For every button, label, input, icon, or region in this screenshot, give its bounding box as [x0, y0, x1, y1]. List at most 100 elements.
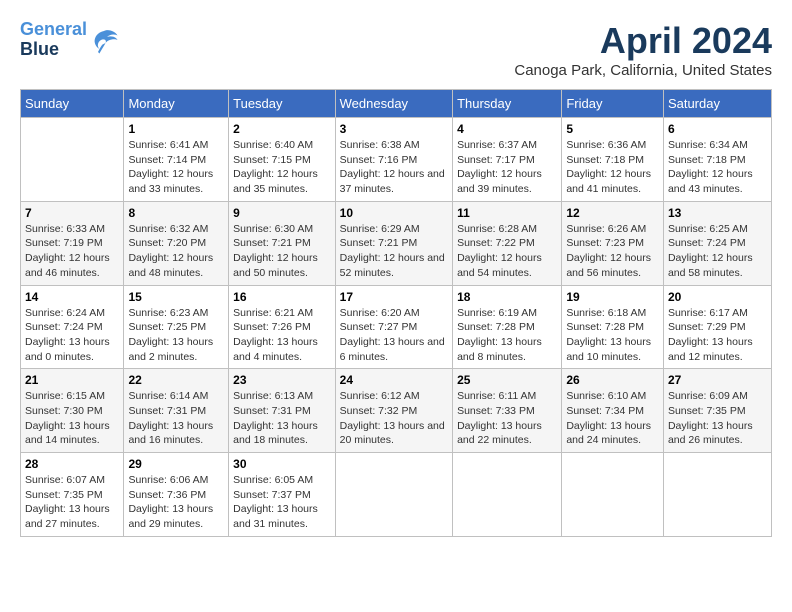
calendar-cell: 20 Sunrise: 6:17 AMSunset: 7:29 PMDaylig… [663, 285, 771, 369]
day-number: 25 [457, 373, 557, 387]
day-info: Sunrise: 6:38 AMSunset: 7:16 PMDaylight:… [340, 138, 448, 197]
day-info: Sunrise: 6:29 AMSunset: 7:21 PMDaylight:… [340, 222, 448, 281]
calendar-cell [663, 453, 771, 537]
day-number: 13 [668, 206, 767, 220]
day-number: 5 [566, 122, 659, 136]
calendar-header-row: SundayMondayTuesdayWednesdayThursdayFrid… [21, 90, 772, 118]
day-number: 1 [128, 122, 224, 136]
day-number: 20 [668, 290, 767, 304]
calendar-cell: 18 Sunrise: 6:19 AMSunset: 7:28 PMDaylig… [453, 285, 562, 369]
month-title: April 2024 [514, 20, 772, 62]
day-info: Sunrise: 6:21 AMSunset: 7:26 PMDaylight:… [233, 306, 331, 365]
calendar-cell: 2 Sunrise: 6:40 AMSunset: 7:15 PMDayligh… [229, 118, 336, 202]
day-number: 29 [128, 457, 224, 471]
day-info: Sunrise: 6:28 AMSunset: 7:22 PMDaylight:… [457, 222, 557, 281]
calendar-cell [335, 453, 452, 537]
calendar-table: SundayMondayTuesdayWednesdayThursdayFrid… [20, 89, 772, 537]
day-number: 14 [25, 290, 119, 304]
day-number: 17 [340, 290, 448, 304]
day-number: 19 [566, 290, 659, 304]
col-header-monday: Monday [124, 90, 229, 118]
calendar-cell: 8 Sunrise: 6:32 AMSunset: 7:20 PMDayligh… [124, 201, 229, 285]
calendar-cell: 7 Sunrise: 6:33 AMSunset: 7:19 PMDayligh… [21, 201, 124, 285]
logo: GeneralBlue [20, 20, 119, 60]
calendar-cell [453, 453, 562, 537]
day-number: 18 [457, 290, 557, 304]
calendar-cell: 19 Sunrise: 6:18 AMSunset: 7:28 PMDaylig… [562, 285, 664, 369]
day-info: Sunrise: 6:14 AMSunset: 7:31 PMDaylight:… [128, 389, 224, 448]
day-info: Sunrise: 6:10 AMSunset: 7:34 PMDaylight:… [566, 389, 659, 448]
calendar-cell: 24 Sunrise: 6:12 AMSunset: 7:32 PMDaylig… [335, 369, 452, 453]
logo-bird-icon [89, 25, 119, 55]
day-info: Sunrise: 6:17 AMSunset: 7:29 PMDaylight:… [668, 306, 767, 365]
page-header: GeneralBlue April 2024 Canoga Park, Cali… [20, 20, 772, 79]
day-info: Sunrise: 6:41 AMSunset: 7:14 PMDaylight:… [128, 138, 224, 197]
calendar-week-row: 7 Sunrise: 6:33 AMSunset: 7:19 PMDayligh… [21, 201, 772, 285]
calendar-cell: 29 Sunrise: 6:06 AMSunset: 7:36 PMDaylig… [124, 453, 229, 537]
day-number: 30 [233, 457, 331, 471]
calendar-week-row: 21 Sunrise: 6:15 AMSunset: 7:30 PMDaylig… [21, 369, 772, 453]
day-number: 4 [457, 122, 557, 136]
calendar-week-row: 14 Sunrise: 6:24 AMSunset: 7:24 PMDaylig… [21, 285, 772, 369]
calendar-cell: 30 Sunrise: 6:05 AMSunset: 7:37 PMDaylig… [229, 453, 336, 537]
title-area: April 2024 Canoga Park, California, Unit… [514, 20, 772, 79]
col-header-wednesday: Wednesday [335, 90, 452, 118]
calendar-cell: 22 Sunrise: 6:14 AMSunset: 7:31 PMDaylig… [124, 369, 229, 453]
day-number: 6 [668, 122, 767, 136]
day-number: 11 [457, 206, 557, 220]
day-number: 16 [233, 290, 331, 304]
day-number: 8 [128, 206, 224, 220]
day-info: Sunrise: 6:32 AMSunset: 7:20 PMDaylight:… [128, 222, 224, 281]
calendar-week-row: 1 Sunrise: 6:41 AMSunset: 7:14 PMDayligh… [21, 118, 772, 202]
day-number: 23 [233, 373, 331, 387]
calendar-cell: 28 Sunrise: 6:07 AMSunset: 7:35 PMDaylig… [21, 453, 124, 537]
day-number: 15 [128, 290, 224, 304]
calendar-cell: 17 Sunrise: 6:20 AMSunset: 7:27 PMDaylig… [335, 285, 452, 369]
col-header-thursday: Thursday [453, 90, 562, 118]
day-info: Sunrise: 6:36 AMSunset: 7:18 PMDaylight:… [566, 138, 659, 197]
calendar-cell: 25 Sunrise: 6:11 AMSunset: 7:33 PMDaylig… [453, 369, 562, 453]
day-number: 26 [566, 373, 659, 387]
calendar-cell: 4 Sunrise: 6:37 AMSunset: 7:17 PMDayligh… [453, 118, 562, 202]
day-info: Sunrise: 6:30 AMSunset: 7:21 PMDaylight:… [233, 222, 331, 281]
calendar-cell: 27 Sunrise: 6:09 AMSunset: 7:35 PMDaylig… [663, 369, 771, 453]
calendar-cell: 16 Sunrise: 6:21 AMSunset: 7:26 PMDaylig… [229, 285, 336, 369]
day-number: 27 [668, 373, 767, 387]
calendar-cell: 9 Sunrise: 6:30 AMSunset: 7:21 PMDayligh… [229, 201, 336, 285]
day-info: Sunrise: 6:06 AMSunset: 7:36 PMDaylight:… [128, 473, 224, 532]
day-number: 24 [340, 373, 448, 387]
day-number: 21 [25, 373, 119, 387]
day-info: Sunrise: 6:12 AMSunset: 7:32 PMDaylight:… [340, 389, 448, 448]
calendar-cell: 3 Sunrise: 6:38 AMSunset: 7:16 PMDayligh… [335, 118, 452, 202]
location: Canoga Park, California, United States [514, 62, 772, 79]
calendar-cell: 13 Sunrise: 6:25 AMSunset: 7:24 PMDaylig… [663, 201, 771, 285]
day-info: Sunrise: 6:24 AMSunset: 7:24 PMDaylight:… [25, 306, 119, 365]
day-number: 28 [25, 457, 119, 471]
day-info: Sunrise: 6:19 AMSunset: 7:28 PMDaylight:… [457, 306, 557, 365]
day-number: 10 [340, 206, 448, 220]
day-number: 3 [340, 122, 448, 136]
calendar-cell: 26 Sunrise: 6:10 AMSunset: 7:34 PMDaylig… [562, 369, 664, 453]
day-info: Sunrise: 6:25 AMSunset: 7:24 PMDaylight:… [668, 222, 767, 281]
day-number: 7 [25, 206, 119, 220]
calendar-cell: 12 Sunrise: 6:26 AMSunset: 7:23 PMDaylig… [562, 201, 664, 285]
day-info: Sunrise: 6:33 AMSunset: 7:19 PMDaylight:… [25, 222, 119, 281]
day-info: Sunrise: 6:05 AMSunset: 7:37 PMDaylight:… [233, 473, 331, 532]
calendar-cell: 6 Sunrise: 6:34 AMSunset: 7:18 PMDayligh… [663, 118, 771, 202]
calendar-cell: 15 Sunrise: 6:23 AMSunset: 7:25 PMDaylig… [124, 285, 229, 369]
col-header-friday: Friday [562, 90, 664, 118]
day-number: 22 [128, 373, 224, 387]
day-info: Sunrise: 6:11 AMSunset: 7:33 PMDaylight:… [457, 389, 557, 448]
day-info: Sunrise: 6:18 AMSunset: 7:28 PMDaylight:… [566, 306, 659, 365]
calendar-cell: 21 Sunrise: 6:15 AMSunset: 7:30 PMDaylig… [21, 369, 124, 453]
logo-text: GeneralBlue [20, 20, 87, 60]
calendar-cell: 23 Sunrise: 6:13 AMSunset: 7:31 PMDaylig… [229, 369, 336, 453]
day-info: Sunrise: 6:13 AMSunset: 7:31 PMDaylight:… [233, 389, 331, 448]
day-number: 9 [233, 206, 331, 220]
day-info: Sunrise: 6:20 AMSunset: 7:27 PMDaylight:… [340, 306, 448, 365]
calendar-cell: 11 Sunrise: 6:28 AMSunset: 7:22 PMDaylig… [453, 201, 562, 285]
calendar-cell: 10 Sunrise: 6:29 AMSunset: 7:21 PMDaylig… [335, 201, 452, 285]
calendar-cell: 5 Sunrise: 6:36 AMSunset: 7:18 PMDayligh… [562, 118, 664, 202]
day-info: Sunrise: 6:09 AMSunset: 7:35 PMDaylight:… [668, 389, 767, 448]
day-info: Sunrise: 6:40 AMSunset: 7:15 PMDaylight:… [233, 138, 331, 197]
